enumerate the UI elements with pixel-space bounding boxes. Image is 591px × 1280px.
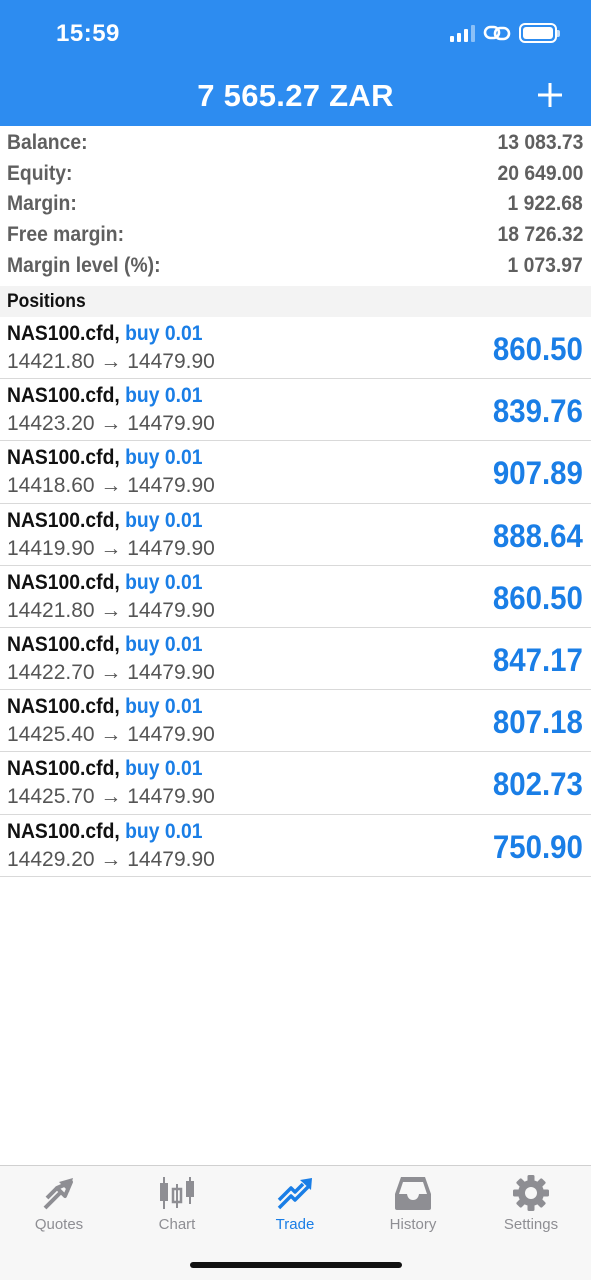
- position-side: buy 0.01: [125, 695, 203, 719]
- positions-title: Positions: [7, 290, 86, 312]
- account-equity-title: 7 565.27 ZAR: [197, 78, 394, 113]
- tab-quotes[interactable]: Quotes: [0, 1174, 118, 1238]
- position-row[interactable]: NAS100.cfd, buy 0.01 14423.20 → 14479.90…: [0, 379, 591, 442]
- position-prices: 14423.20 → 14479.90: [7, 412, 215, 436]
- summary-value: 1 073.97: [507, 253, 583, 277]
- position-side: buy 0.01: [125, 446, 203, 470]
- summary-row-free-margin: Free margin: 18 726.32: [0, 220, 591, 251]
- position-side: buy 0.01: [125, 570, 203, 594]
- summary-label: Free margin:: [7, 223, 125, 247]
- position-profit: 907.89: [492, 455, 583, 492]
- position-prices: 14429.20 → 14479.90: [7, 847, 215, 871]
- position-symbol: NAS100.cfd,: [7, 695, 120, 719]
- tab-settings[interactable]: Settings: [472, 1174, 590, 1238]
- position-profit: 802.73: [492, 766, 583, 803]
- tab-label: Quotes: [34, 1216, 84, 1233]
- position-prices: 14425.40 → 14479.90: [7, 723, 215, 747]
- summary-label: Balance:: [7, 131, 88, 155]
- position-symbol: NAS100.cfd,: [7, 508, 120, 532]
- position-symbol: NAS100.cfd,: [7, 757, 120, 781]
- position-side: buy 0.01: [125, 322, 203, 345]
- position-row[interactable]: NAS100.cfd, buy 0.01 14419.90 → 14479.90…: [0, 504, 591, 566]
- position-symbol: NAS100.cfd,: [7, 384, 120, 408]
- summary-row-margin-level: Margin level (%): 1 073.97: [0, 250, 591, 281]
- position-prices: 14419.90 → 14479.90: [7, 536, 215, 560]
- summary-label: Margin:: [7, 192, 77, 216]
- tab-label: History: [389, 1216, 437, 1233]
- position-side: buy 0.01: [125, 819, 203, 843]
- tab-chart[interactable]: Chart: [118, 1174, 236, 1238]
- position-prices: 14422.70 → 14479.90: [7, 660, 215, 684]
- account-summary: Balance: 13 083.73 Equity: 20 649.00 Mar…: [0, 128, 591, 281]
- summary-value: 1 922.68: [507, 192, 583, 216]
- app-header: 15:59 7 565.27 ZAR: [0, 0, 591, 126]
- summary-label: Margin level (%):: [7, 253, 161, 277]
- position-profit: 860.50: [492, 579, 583, 616]
- tab-label: Settings: [503, 1216, 559, 1233]
- position-symbol: NAS100.cfd,: [7, 819, 120, 843]
- summary-label: Equity:: [7, 161, 73, 185]
- position-row[interactable]: NAS100.cfd, buy 0.01 14418.60 → 14479.90…: [0, 441, 591, 504]
- status-icons: [450, 22, 560, 44]
- position-profit: 888.64: [492, 517, 583, 554]
- position-symbol: NAS100.cfd,: [7, 322, 120, 345]
- trade-icon: [277, 1178, 312, 1210]
- position-row[interactable]: NAS100.cfd, buy 0.01 14422.70 → 14479.90…: [0, 628, 591, 691]
- tab-label: Trade: [275, 1216, 315, 1233]
- positions-list: NAS100.cfd, buy 0.01 14421.80 → 14479.90…: [0, 317, 591, 877]
- position-side: buy 0.01: [125, 384, 203, 408]
- position-side: buy 0.01: [125, 757, 203, 781]
- position-profit: 839.76: [492, 393, 583, 430]
- position-symbol: NAS100.cfd,: [7, 446, 120, 470]
- position-symbol: NAS100.cfd,: [7, 570, 120, 594]
- home-indicator[interactable]: [190, 1262, 402, 1268]
- summary-row-equity: Equity: 20 649.00: [0, 159, 591, 190]
- position-row[interactable]: NAS100.cfd, buy 0.01 14429.20 → 14479.90…: [0, 815, 591, 877]
- position-side: buy 0.01: [125, 632, 203, 656]
- position-row[interactable]: NAS100.cfd, buy 0.01 14421.80 → 14479.90…: [0, 566, 591, 628]
- link-icon: [483, 23, 511, 43]
- chart-icon: [160, 1177, 194, 1209]
- position-prices: 14418.60 → 14479.90: [7, 474, 215, 498]
- position-prices: 14425.70 → 14479.90: [7, 785, 215, 809]
- summary-value: 18 726.32: [497, 223, 583, 247]
- position-symbol: NAS100.cfd,: [7, 632, 120, 656]
- summary-row-margin: Margin: 1 922.68: [0, 189, 591, 220]
- position-profit: 860.50: [492, 331, 583, 367]
- position-prices: 14421.80 → 14479.90: [7, 350, 215, 373]
- history-icon: [395, 1177, 431, 1210]
- add-order-button[interactable]: [535, 80, 565, 110]
- position-row[interactable]: NAS100.cfd, buy 0.01 14425.70 → 14479.90…: [0, 752, 591, 815]
- summary-value: 20 649.00: [497, 161, 583, 185]
- battery-icon: [519, 23, 560, 43]
- position-side: buy 0.01: [125, 508, 203, 532]
- tab-history[interactable]: History: [354, 1174, 472, 1238]
- position-profit: 847.17: [492, 641, 583, 678]
- summary-value: 13 083.73: [497, 131, 583, 155]
- position-row[interactable]: NAS100.cfd, buy 0.01 14421.80 → 14479.90…: [0, 317, 591, 380]
- tab-trade[interactable]: Trade: [236, 1174, 354, 1238]
- positions-section-header: Positions: [0, 286, 591, 317]
- cellular-signal-icon: [450, 24, 475, 42]
- position-profit: 807.18: [492, 704, 583, 741]
- quotes-icon: [43, 1178, 73, 1210]
- tab-label: Chart: [158, 1216, 196, 1233]
- plus-icon: [538, 83, 562, 107]
- summary-row-balance: Balance: 13 083.73: [0, 128, 591, 159]
- position-profit: 750.90: [492, 828, 583, 865]
- position-prices: 14421.80 → 14479.90: [7, 598, 215, 622]
- status-time: 15:59: [56, 20, 120, 47]
- gear-icon: [513, 1175, 549, 1211]
- position-row[interactable]: NAS100.cfd, buy 0.01 14425.40 → 14479.90…: [0, 690, 591, 753]
